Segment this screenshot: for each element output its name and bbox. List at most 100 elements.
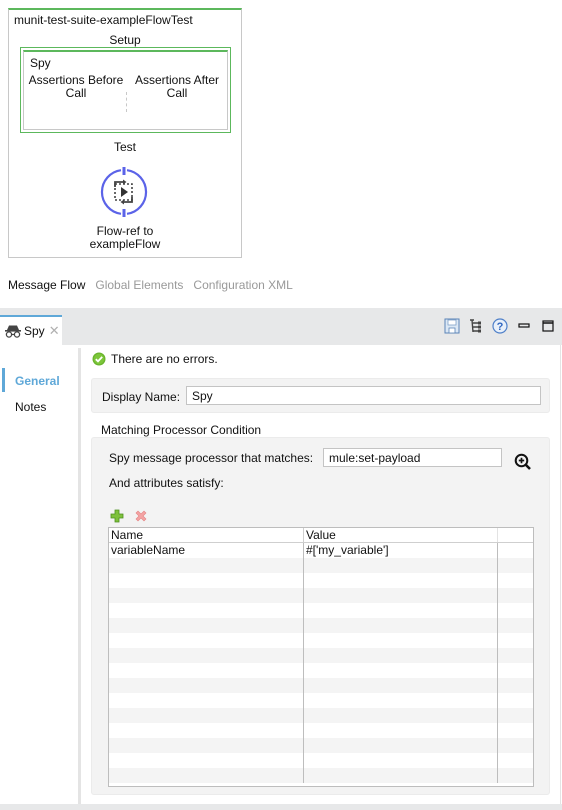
flow-ref-icon[interactable] [99, 167, 149, 217]
display-name-input[interactable] [186, 386, 541, 405]
save-icon[interactable] [444, 318, 460, 334]
attributes-table: Name Value variableName #['my_variable'] [108, 527, 534, 787]
assertions-before-call-label[interactable]: Assertions Before Call [26, 74, 126, 100]
value-cell[interactable] [304, 678, 498, 693]
table-row[interactable] [109, 753, 533, 768]
name-cell[interactable] [109, 738, 304, 753]
table-row[interactable] [109, 708, 533, 723]
name-cell[interactable]: variableName [109, 543, 304, 558]
table-row[interactable] [109, 678, 533, 693]
name-cell[interactable] [109, 603, 304, 618]
processor-matches-input[interactable] [323, 448, 502, 467]
value-cell[interactable] [304, 663, 498, 678]
flow-ref-label: Flow-ref to exampleFlow [9, 225, 241, 251]
extra-cell [498, 543, 533, 558]
side-nav-notes[interactable]: Notes [15, 400, 46, 414]
name-cell[interactable] [109, 633, 304, 648]
name-cell[interactable] [109, 558, 304, 573]
assertions-after-call-label[interactable]: Assertions After Call [127, 74, 227, 100]
outline-tree-icon[interactable] [468, 318, 484, 334]
name-cell[interactable] [109, 708, 304, 723]
table-row[interactable] [109, 618, 533, 633]
table-header: Name Value [109, 528, 533, 543]
value-cell[interactable] [304, 618, 498, 633]
column-header-value[interactable]: Value [304, 528, 498, 542]
help-icon[interactable]: ? [492, 318, 508, 334]
name-cell[interactable] [109, 663, 304, 678]
view-right-border [560, 345, 561, 804]
spy-processor[interactable]: Spy Assertions Before Call Assertions Af… [23, 50, 228, 130]
extra-cell [498, 633, 533, 648]
name-cell[interactable] [109, 723, 304, 738]
close-icon[interactable]: ✕ [49, 323, 60, 339]
value-cell[interactable] [304, 573, 498, 588]
value-cell[interactable] [304, 588, 498, 603]
tab-global-elements[interactable]: Global Elements [95, 278, 183, 292]
table-row[interactable] [109, 573, 533, 588]
extra-cell [498, 678, 533, 693]
munit-test-suite-container[interactable]: munit-test-suite-exampleFlowTest Setup S… [8, 8, 242, 258]
setup-scope[interactable]: Spy Assertions Before Call Assertions Af… [20, 47, 231, 133]
name-cell[interactable] [109, 768, 304, 783]
value-cell[interactable] [304, 603, 498, 618]
editor-tabs: Message Flow Global Elements Configurati… [8, 278, 293, 292]
value-cell[interactable] [304, 753, 498, 768]
value-cell[interactable] [304, 723, 498, 738]
table-row[interactable] [109, 723, 533, 738]
column-header-name[interactable]: Name [109, 528, 304, 542]
name-cell[interactable] [109, 618, 304, 633]
table-row[interactable] [109, 768, 533, 783]
table-row[interactable] [109, 693, 533, 708]
display-name-panel: Display Name: [91, 378, 550, 413]
value-cell[interactable] [304, 648, 498, 663]
table-row[interactable] [109, 633, 533, 648]
value-cell[interactable]: #['my_variable'] [304, 543, 498, 558]
flow-ref-label-line2: exampleFlow [89, 237, 161, 251]
minimize-icon[interactable] [516, 318, 532, 334]
name-cell[interactable] [109, 678, 304, 693]
table-row[interactable] [109, 558, 533, 573]
side-nav-divider [78, 348, 81, 804]
tab-configuration-xml[interactable]: Configuration XML [193, 278, 292, 292]
matching-condition-panel: Spy message processor that matches: And … [91, 437, 550, 795]
search-zoom-icon[interactable] [514, 453, 532, 471]
extra-cell [498, 708, 533, 723]
table-row[interactable]: variableName #['my_variable'] [109, 543, 533, 558]
validation-status: There are no errors. [92, 352, 218, 366]
status-text: There are no errors. [111, 352, 218, 366]
remove-icon[interactable] [134, 509, 148, 523]
side-nav-general[interactable]: General [15, 374, 60, 388]
value-cell[interactable] [304, 738, 498, 753]
properties-tab-spy[interactable]: Spy ✕ [0, 315, 62, 345]
value-cell[interactable] [304, 693, 498, 708]
properties-side-nav: General Notes [0, 345, 78, 804]
bottom-bar [0, 804, 562, 810]
name-cell[interactable] [109, 753, 304, 768]
value-cell[interactable] [304, 708, 498, 723]
tab-message-flow[interactable]: Message Flow [8, 278, 85, 292]
table-row[interactable] [109, 663, 533, 678]
test-suite-title: munit-test-suite-exampleFlowTest [14, 13, 193, 27]
column-header-extra [498, 528, 533, 542]
name-cell[interactable] [109, 648, 304, 663]
active-indicator [2, 368, 5, 392]
name-cell[interactable] [109, 588, 304, 603]
table-body: variableName #['my_variable'] [109, 543, 533, 783]
table-row[interactable] [109, 603, 533, 618]
name-cell[interactable] [109, 693, 304, 708]
name-cell[interactable] [109, 573, 304, 588]
value-cell[interactable] [304, 633, 498, 648]
svg-text:?: ? [497, 321, 504, 333]
value-cell[interactable] [304, 558, 498, 573]
properties-view-body: General Notes There are no errors. Displ… [0, 345, 562, 804]
processor-matches-label: Spy message processor that matches: [109, 451, 314, 465]
extra-cell [498, 648, 533, 663]
table-row[interactable] [109, 648, 533, 663]
add-icon[interactable] [110, 509, 124, 523]
extra-cell [498, 603, 533, 618]
value-cell[interactable] [304, 768, 498, 783]
table-row[interactable] [109, 588, 533, 603]
maximize-icon[interactable] [540, 318, 556, 334]
table-row[interactable] [109, 738, 533, 753]
spy-icon [5, 325, 21, 338]
